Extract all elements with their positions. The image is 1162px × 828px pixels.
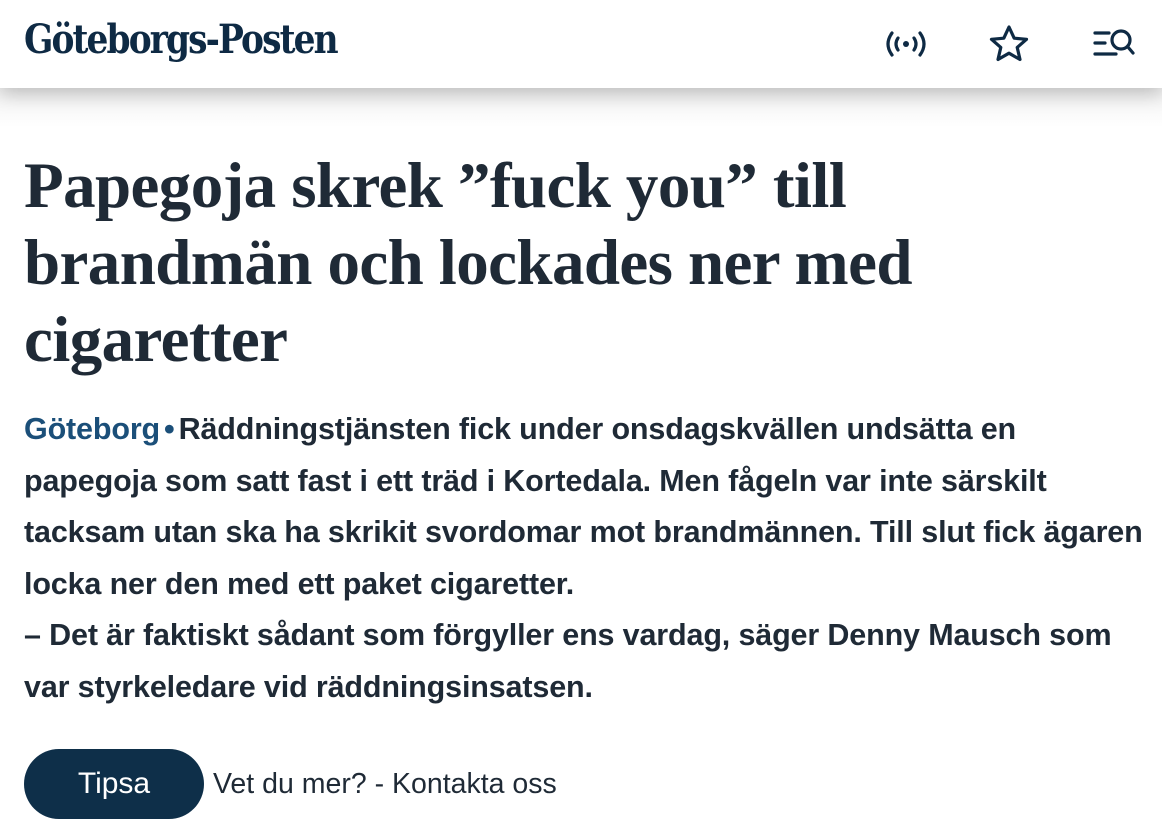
article-headline: Papegoja skrek ”fuck you” till brandmän … [24,150,912,376]
quote-paragraph: – Det är faktiskt sådant som förgyller e… [24,618,1112,704]
header-shadow [0,88,1162,128]
article-location[interactable]: Göteborg [24,412,160,446]
contact-us-link[interactable]: Vet du mer? - Kontakta oss [213,768,557,801]
lead-paragraph: Räddningstjänsten fick under onsdagskväl… [24,412,1143,601]
tips-row: Tipsa Vet du mer? - Kontakta oss [24,749,557,819]
location-separator: • [164,412,175,446]
site-logo[interactable]: Göteborgs-Posten [24,12,339,68]
live-broadcast-icon[interactable] [882,22,930,66]
tipsa-button[interactable]: Tipsa [24,749,204,819]
menu-search-icon[interactable] [1090,22,1138,66]
article-lead: Göteborg • Räddningstjänsten fick under on… [24,404,1144,713]
site-header: Göteborgs-Posten [0,0,1162,88]
star-icon[interactable] [985,22,1033,66]
